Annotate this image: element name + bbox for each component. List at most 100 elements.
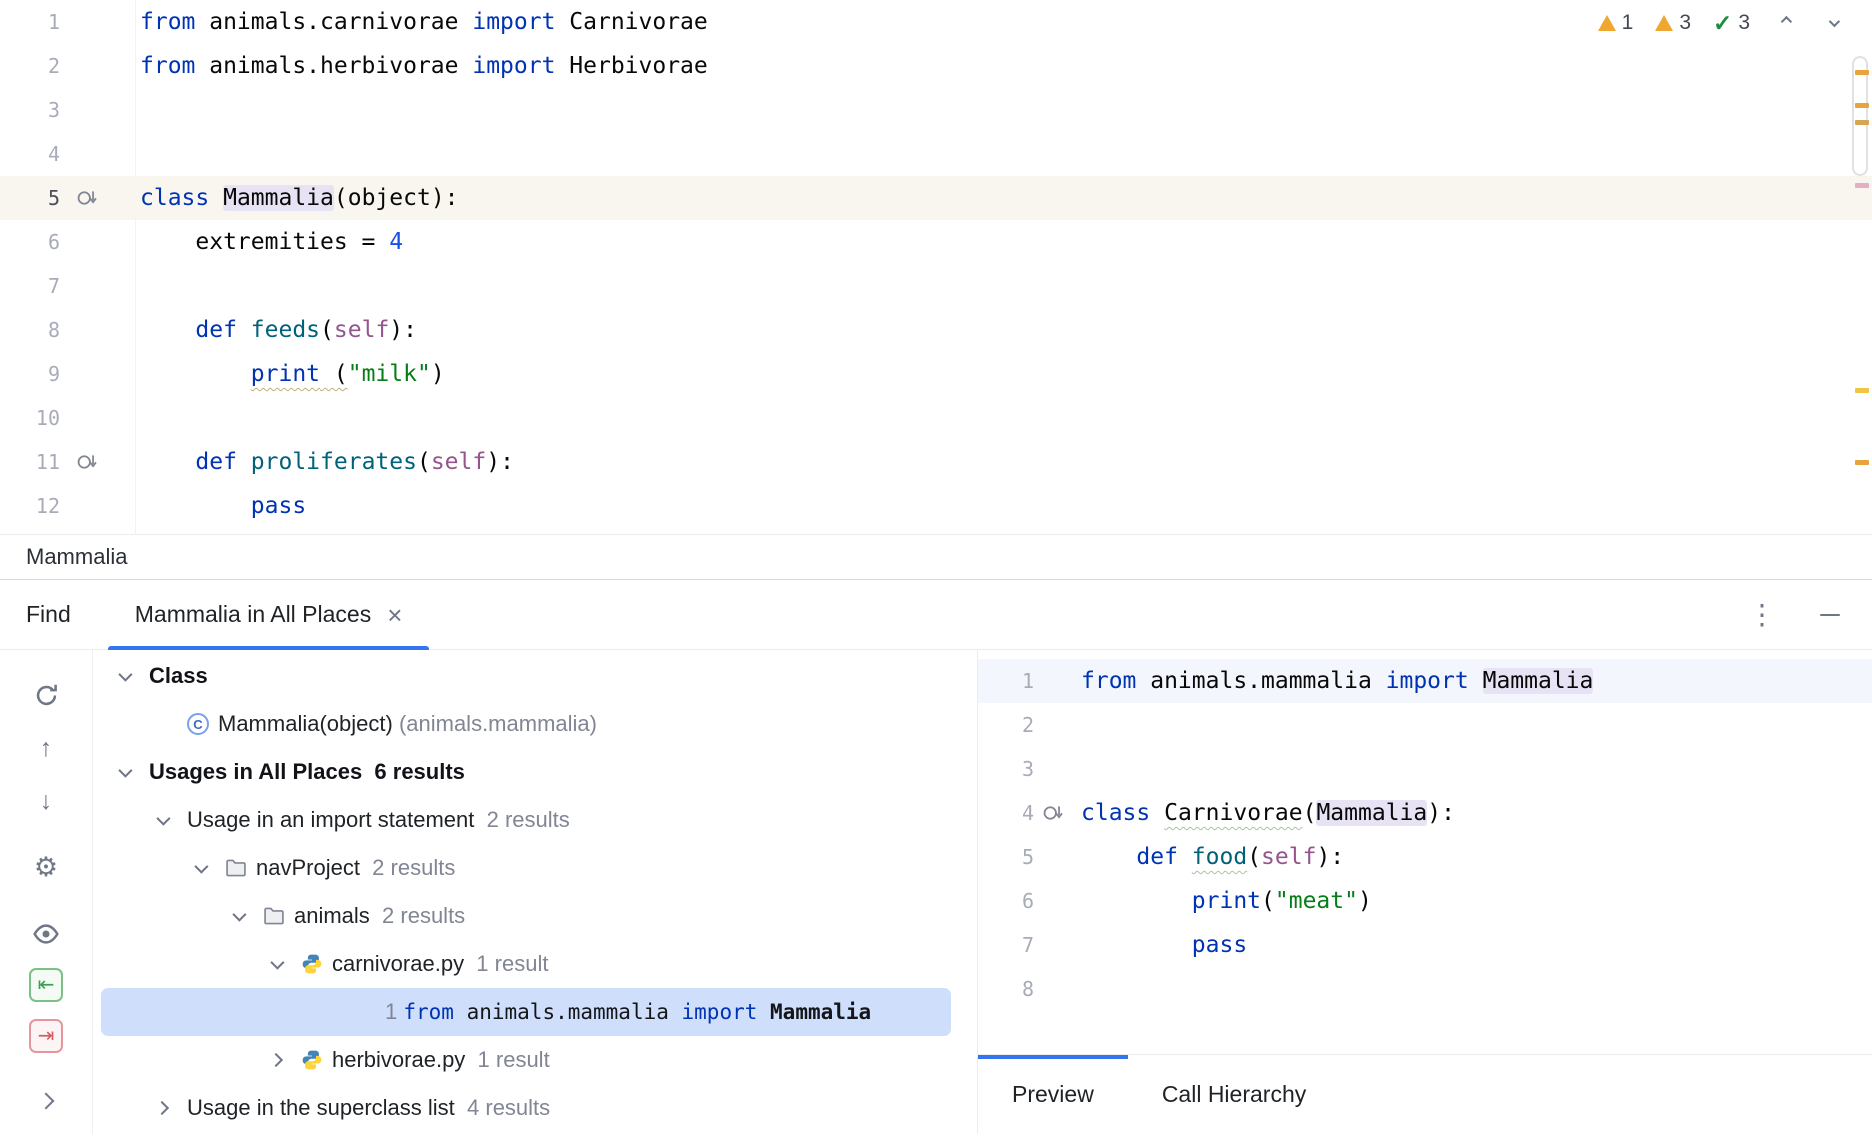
code-line[interactable]: 1from animals.carnivorae import Carnivor… (0, 0, 1872, 44)
tree-row-text: Mammalia (770, 1000, 871, 1024)
code-text: from animals.mammalia import Mammalia (1081, 668, 1593, 694)
code-token: class (1081, 800, 1150, 826)
autoscroll-from-source-icon[interactable]: ⇥ (29, 1019, 63, 1053)
code-token: Carnivorae (1164, 800, 1302, 826)
inspection-stripe-mark[interactable] (1855, 70, 1869, 75)
tree-row-selected[interactable]: 1 from animals.mammalia import Mammalia (101, 988, 951, 1036)
chevron-right-icon[interactable] (157, 1103, 187, 1113)
code-line[interactable]: 1 from animals.mammalia import Mammalia (978, 659, 1872, 703)
chevron-down-icon[interactable] (271, 959, 301, 969)
close-icon[interactable]: × (387, 602, 402, 628)
code-line[interactable]: 8 def feeds(self): (0, 308, 1872, 352)
line-number: 12 (0, 494, 60, 518)
code-token: ( (417, 449, 431, 475)
code-line[interactable]: 6 print("meat") (978, 879, 1872, 923)
code-line[interactable]: 3 (978, 747, 1872, 791)
tree-row[interactable]: animals 2 results (93, 892, 977, 940)
inspection-stripe-mark[interactable] (1855, 388, 1869, 393)
chevron-down-icon[interactable] (157, 815, 187, 825)
code-line[interactable]: 9 print ("milk") (0, 352, 1872, 396)
passed-badge[interactable]: ✓ 3 (1713, 11, 1750, 35)
code-token (237, 317, 251, 343)
preview-eye-icon[interactable] (29, 917, 63, 951)
chevron-right-icon[interactable] (271, 1055, 301, 1065)
subclassed-gutter-icon[interactable] (1042, 802, 1072, 824)
code-line[interactable]: 2from animals.herbivorae import Herbivor… (0, 44, 1872, 88)
header-actions: ⋮ (1748, 601, 1872, 629)
code-line[interactable]: 4class Carnivorae(Mammalia): (978, 791, 1872, 835)
subclassed-gutter-icon[interactable] (76, 187, 116, 209)
code-token: def (195, 317, 237, 343)
weak-warning-badge[interactable]: 3 (1655, 11, 1691, 35)
chevron-down-icon[interactable] (233, 911, 263, 921)
tab-call-hierarchy[interactable]: Call Hierarchy (1128, 1055, 1340, 1134)
ide-window: 1from animals.carnivorae import Carnivor… (0, 0, 1872, 1134)
chevron-down-icon[interactable] (195, 863, 225, 873)
find-panel-title: Find (0, 601, 71, 628)
breadcrumb-item[interactable]: Mammalia (26, 544, 127, 570)
preview-editor[interactable]: 1 from animals.mammalia import Mammalia 23… (978, 650, 1872, 1054)
next-problem-icon[interactable] (1820, 10, 1846, 36)
previous-problem-icon[interactable] (1772, 10, 1798, 36)
tree-row[interactable]: Usage in an import statement 2 results (93, 796, 977, 844)
line-number: 6 (978, 889, 1034, 913)
tree-row[interactable]: Class (93, 652, 977, 700)
chevron-down-icon[interactable] (119, 671, 149, 681)
code-line[interactable]: 6 extremities = 4 (0, 220, 1872, 264)
inspection-stripe-mark[interactable] (1855, 183, 1869, 188)
warning-badge[interactable]: 1 (1598, 11, 1634, 35)
find-tool-window: Find Mammalia in All Places × ⋮ ↑ ↓ ⚙ (0, 580, 1872, 1134)
code-token: ( (1261, 888, 1275, 914)
error-stripe-bar[interactable] (1854, 0, 1869, 534)
tab-mammalia-in-all-places[interactable]: Mammalia in All Places × (108, 580, 430, 649)
code-line[interactable]: 5 def food(self): (978, 835, 1872, 879)
code-token: ( (320, 361, 348, 387)
subclassed-gutter-icon[interactable] (76, 451, 116, 473)
class-icon: C (187, 713, 209, 735)
expand-toolbar-icon[interactable] (29, 1084, 63, 1118)
code-line[interactable]: 7 pass (978, 923, 1872, 967)
code-text: print("meat") (1081, 888, 1372, 914)
code-token: ( (320, 317, 334, 343)
code-text: from animals.herbivorae import Herbivora… (140, 53, 708, 79)
tree-row[interactable]: herbivorae.py 1 result (93, 1036, 977, 1084)
code-token: ( (1247, 844, 1261, 870)
code-token: "milk" (348, 361, 431, 387)
tree-row[interactable]: CMammalia(object) (animals.mammalia) (93, 700, 977, 748)
line-number: 1 (978, 669, 1034, 693)
tree-row-text: Class (149, 663, 208, 689)
chevron-down-icon[interactable] (119, 767, 149, 777)
code-text: class Mammalia(object): (140, 185, 459, 211)
code-text: print ("milk") (140, 361, 445, 387)
tab-preview[interactable]: Preview (978, 1055, 1128, 1134)
inspection-stripe-mark[interactable] (1855, 103, 1869, 108)
tree-row[interactable]: navProject 2 results (93, 844, 977, 892)
code-line[interactable]: 10 (0, 396, 1872, 440)
code-editor[interactable]: 1from animals.carnivorae import Carnivor… (0, 0, 1872, 528)
inspection-stripe-mark[interactable] (1855, 460, 1869, 465)
line-number: 8 (978, 977, 1034, 1001)
code-line[interactable]: 2 (978, 703, 1872, 747)
code-line[interactable]: 8 (978, 967, 1872, 1011)
tree-row[interactable]: Usage in the superclass list 4 results (93, 1084, 977, 1132)
code-token: self (1261, 844, 1316, 870)
line-number: 9 (0, 362, 60, 386)
autoscroll-to-source-icon[interactable]: ⇤ (29, 968, 63, 1002)
minimize-icon[interactable] (1820, 614, 1840, 616)
next-occurrence-icon[interactable]: ↓ (29, 784, 63, 818)
rerun-icon[interactable] (29, 678, 63, 712)
settings-gear-icon[interactable]: ⚙ (29, 850, 63, 884)
code-line[interactable]: 3 (0, 88, 1872, 132)
tree-row[interactable]: Usages in All Places 6 results (93, 748, 977, 796)
previous-occurrence-icon[interactable]: ↑ (29, 731, 63, 765)
inspections-widget: 1 3 ✓ 3 (1594, 8, 1850, 38)
code-line[interactable]: 12 pass (0, 484, 1872, 528)
code-line[interactable]: 5class Mammalia(object): (0, 176, 1872, 220)
code-line[interactable]: 7 (0, 264, 1872, 308)
find-toolbar: ↑ ↓ ⚙ ⇤ ⇥ (0, 650, 93, 1134)
tree-row[interactable]: carnivorae.py 1 result (93, 940, 977, 988)
inspection-stripe-mark[interactable] (1855, 120, 1869, 125)
code-line[interactable]: 11 def proliferates(self): (0, 440, 1872, 484)
code-line[interactable]: 4 (0, 132, 1872, 176)
more-options-icon[interactable]: ⋮ (1748, 601, 1776, 629)
